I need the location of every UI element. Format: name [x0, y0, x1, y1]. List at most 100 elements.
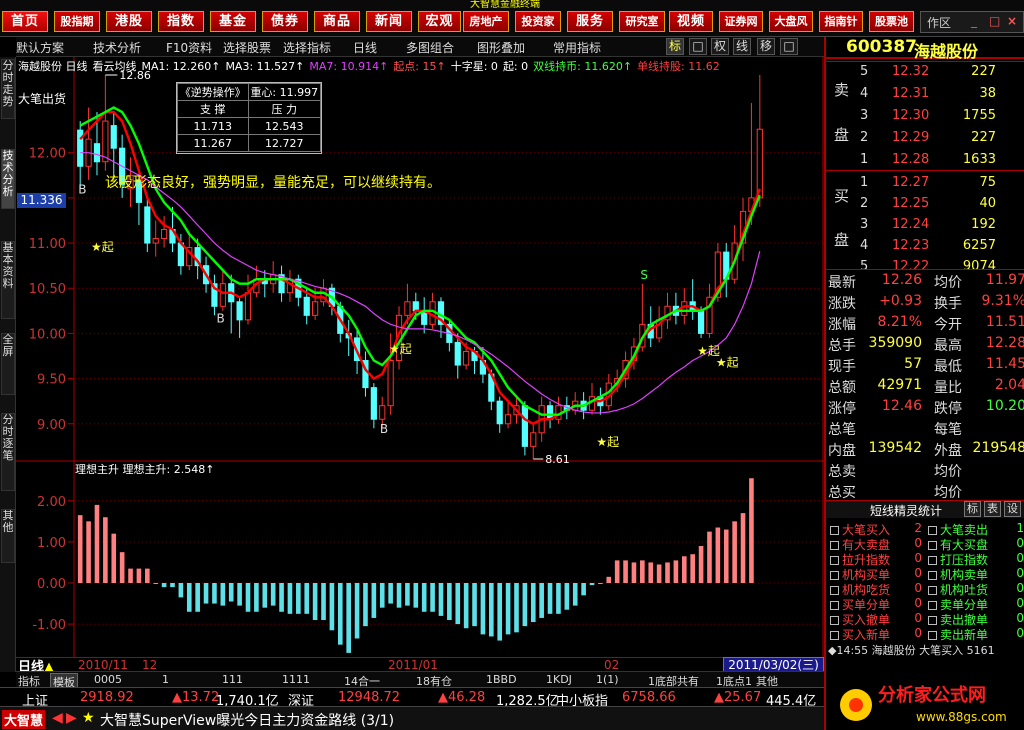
toolbar-item-8[interactable]: 常用指标 [553, 39, 601, 56]
checkbox-icon[interactable] [928, 601, 937, 610]
sprite-item-right-6[interactable]: 卖出撤单 0 [928, 611, 1024, 627]
checkbox-icon[interactable] [830, 631, 839, 640]
buy-level-1[interactable]: 1 12.27 75 [826, 172, 1024, 194]
checkbox-icon[interactable] [928, 571, 937, 580]
checkbox-icon[interactable] [830, 526, 839, 535]
bottom-tab-4[interactable]: 111 [222, 673, 243, 686]
sprite-item-right-7[interactable]: 卖出新单 0 [928, 626, 1024, 642]
nav-item-15[interactable]: 大盘风 [769, 11, 813, 32]
forward-icon[interactable]: ▶ [66, 710, 77, 726]
buy-level-4[interactable]: 4 12.23 6257 [826, 235, 1024, 257]
nav-item-13[interactable]: 视频 [669, 11, 713, 32]
sell-level-2[interactable]: 2 12.29 227 [826, 127, 1024, 149]
checkbox-icon[interactable] [830, 601, 839, 610]
toolbar-button-3[interactable]: 线 [733, 38, 751, 55]
toolbar-button-0[interactable]: 标 [666, 38, 684, 55]
sprite-event-line[interactable]: ◆14:55 海越股份 大笔买入 5161 [828, 642, 995, 658]
sprite-item-left-0[interactable]: 大笔买入 2 [830, 521, 922, 537]
checkbox-icon[interactable] [928, 526, 937, 535]
nav-item-0[interactable]: 首页 [2, 11, 48, 32]
sell-level-1[interactable]: 1 12.28 1633 [826, 149, 1024, 171]
minimize-icon[interactable]: _ [971, 14, 977, 28]
ticker-text[interactable]: 大智慧SuperView曝光今日主力资金路线 (3/1) [100, 710, 394, 730]
close-icon[interactable]: × [1007, 14, 1017, 28]
nav-item-1[interactable]: 股指期 [54, 11, 100, 32]
toolbar-button-5[interactable]: □ [780, 38, 798, 55]
left-tab-3[interactable]: 全屏 [1, 333, 15, 395]
checkbox-icon[interactable] [928, 556, 937, 565]
nav-item-8[interactable]: 宏观 [418, 11, 461, 32]
nav-item-3[interactable]: 指数 [158, 11, 204, 32]
back-icon[interactable]: ◀ [52, 710, 63, 726]
nav-item-12[interactable]: 研究室 [619, 11, 665, 32]
sj-table-button[interactable]: 表 [984, 501, 1001, 517]
toolbar-item-1[interactable]: 技术分析 [93, 39, 141, 56]
bottom-tab-5[interactable]: 1111 [282, 673, 310, 686]
sprite-item-right-0[interactable]: 大笔卖出 1 [928, 521, 1024, 537]
sprite-item-left-4[interactable]: 机构吃货 0 [830, 581, 922, 597]
sprite-item-right-4[interactable]: 机构吐货 0 [928, 581, 1024, 597]
checkbox-icon[interactable] [928, 541, 937, 550]
nav-item-5[interactable]: 债券 [262, 11, 308, 32]
left-tab-5[interactable]: 其他 [1, 509, 15, 563]
nav-item-7[interactable]: 新闻 [366, 11, 412, 32]
sell-level-4[interactable]: 4 12.31 38 [826, 83, 1024, 105]
bottom-tab-10[interactable]: 1(1) [596, 673, 619, 686]
restore-icon[interactable]: □ [989, 14, 1000, 28]
checkbox-icon[interactable] [830, 571, 839, 580]
kline-chart-svg[interactable]: 9.009.5010.0010.5011.0011.5012.00-1.000.… [16, 57, 824, 657]
sell-level-3[interactable]: 3 12.30 1755 [826, 105, 1024, 127]
nav-item-4[interactable]: 基金 [210, 11, 256, 32]
bottom-tab-9[interactable]: 1KDJ [546, 673, 572, 686]
nav-item-6[interactable]: 商品 [314, 11, 360, 32]
bottom-tab-2[interactable]: 0005 [94, 673, 122, 686]
nav-item-11[interactable]: 服务 [567, 11, 613, 32]
toolbar-item-7[interactable]: 图形叠加 [477, 39, 525, 56]
sprite-item-right-5[interactable]: 卖单分单 0 [928, 596, 1024, 612]
sprite-item-right-1[interactable]: 有大买盘 0 [928, 536, 1024, 552]
checkbox-icon[interactable] [830, 541, 839, 550]
sj-settings-button[interactable]: 设 [1004, 501, 1021, 517]
buy-level-2[interactable]: 2 12.25 40 [826, 193, 1024, 215]
sprite-item-right-2[interactable]: 打压指数 0 [928, 551, 1024, 567]
toolbar-item-3[interactable]: 选择股票 [223, 39, 271, 56]
toolbar-button-2[interactable]: 权 [711, 38, 729, 55]
checkbox-icon[interactable] [928, 586, 937, 595]
sprite-item-left-2[interactable]: 拉升指数 0 [830, 551, 922, 567]
sprite-item-left-6[interactable]: 买入撤单 0 [830, 611, 922, 627]
checkbox-icon[interactable] [928, 631, 937, 640]
nav-item-14[interactable]: 证券网 [719, 11, 763, 32]
nav-item-9[interactable]: 房地产 [463, 11, 509, 32]
sprite-item-left-1[interactable]: 有大卖盘 0 [830, 536, 922, 552]
checkbox-icon[interactable] [830, 586, 839, 595]
toolbar-button-1[interactable]: □ [689, 38, 707, 55]
left-tab-0[interactable]: 分时走势 [1, 59, 15, 119]
sprite-item-right-3[interactable]: 机构卖单 0 [928, 566, 1024, 582]
left-tab-4[interactable]: 分时逐笔 [1, 413, 15, 491]
nav-item-17[interactable]: 股票池 [869, 11, 914, 32]
toolbar-button-4[interactable]: 移 [757, 38, 775, 55]
left-tab-2[interactable]: 基本资料 [1, 241, 15, 319]
toolbar-item-2[interactable]: F10资料 [166, 39, 212, 56]
kline-chart-area[interactable]: 9.009.5010.0010.5011.0011.5012.00-1.000.… [16, 57, 824, 657]
buy-level-3[interactable]: 3 12.24 192 [826, 214, 1024, 236]
checkbox-icon[interactable] [928, 616, 937, 625]
workspace-label[interactable]: 作区 [927, 14, 951, 31]
bottom-tab-8[interactable]: 1BBD [486, 673, 517, 686]
bottom-tab-3[interactable]: 1 [162, 673, 169, 686]
sj-tag-button[interactable]: 标 [964, 501, 981, 517]
left-tab-1[interactable]: 技术分析 [1, 149, 15, 209]
checkbox-icon[interactable] [830, 556, 839, 565]
sprite-item-left-3[interactable]: 机构买单 0 [830, 566, 922, 582]
toolbar-item-6[interactable]: 多图组合 [406, 39, 454, 56]
sell-level-5[interactable]: 5 12.32 227 [826, 61, 1024, 83]
sprite-item-left-7[interactable]: 买入新单 0 [830, 626, 922, 642]
toolbar-item-0[interactable]: 默认方案 [16, 39, 64, 56]
toolbar-item-4[interactable]: 选择指标 [283, 39, 331, 56]
sprite-item-left-5[interactable]: 买单分单 0 [830, 596, 922, 612]
toolbar-item-5[interactable]: 日线 [353, 39, 377, 56]
checkbox-icon[interactable] [830, 616, 839, 625]
nav-item-2[interactable]: 港股 [106, 11, 152, 32]
nav-item-10[interactable]: 投资家 [515, 11, 561, 32]
nav-item-16[interactable]: 指南针 [819, 11, 863, 32]
